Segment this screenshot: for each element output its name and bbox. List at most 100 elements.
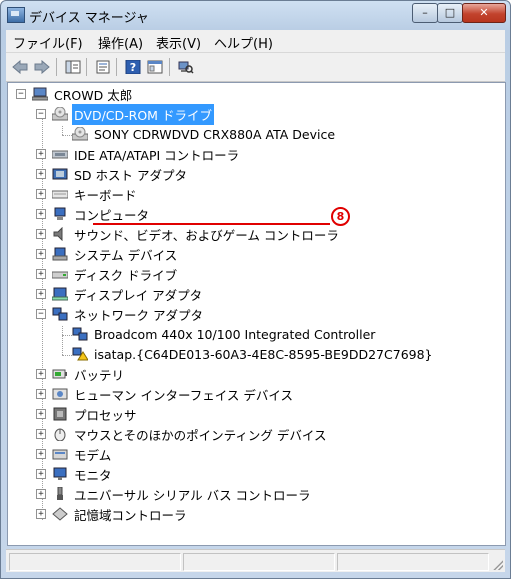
maximize-button[interactable]: □ [437, 3, 463, 23]
tree-node-system-device[interactable]: + システム デバイス [36, 245, 179, 263]
expand-toggle[interactable]: + [36, 369, 46, 379]
menu-view[interactable]: 表示(V) [156, 33, 201, 52]
tree-device-item[interactable]: isatap.{C64DE013-60A3-4E8C-8595-BE9DD27C… [72, 345, 435, 363]
device-manager-window: デバイス マネージャ – □ ✕ ファイル(F) 操作(A) 表示(V) ヘルプ… [0, 0, 511, 579]
processor-icon [52, 407, 68, 421]
expand-toggle[interactable]: + [36, 149, 46, 159]
tree-guide-line [62, 326, 63, 355]
node-label: CROWD 太郎 [54, 87, 133, 103]
tree-node-monitor[interactable]: + モニタ [36, 465, 114, 483]
node-label: コンピュータ [74, 207, 150, 223]
tree-node-storage-controller[interactable]: + 記憶域コントローラ [36, 505, 189, 523]
tree-node-hid[interactable]: + ヒューマン インターフェイス デバイス [36, 385, 295, 403]
node-label: キーボード [74, 187, 137, 203]
forward-arrow-icon[interactable] [33, 58, 51, 76]
battery-icon [52, 367, 68, 381]
menu-help[interactable]: ヘルプ(H) [214, 33, 273, 52]
tree-device-item[interactable]: SONY CDRWDVD CRX880A ATA Device [71, 125, 337, 143]
tree-node-ide-controller[interactable]: + IDE ATA/ATAPI コントローラ [36, 145, 241, 163]
status-bar [6, 549, 505, 572]
expand-toggle[interactable]: + [36, 449, 46, 459]
tree-node-battery[interactable]: + バッテリ [36, 365, 126, 383]
tree-node-usb[interactable]: + ユニバーサル シリアル バス コントローラ [36, 485, 313, 503]
modem-icon [52, 447, 68, 461]
expand-toggle[interactable]: + [36, 169, 46, 179]
tree-node-disk-drive[interactable]: + ディスク ドライブ [36, 265, 179, 283]
expand-toggle[interactable]: + [36, 389, 46, 399]
expand-toggle[interactable]: + [36, 429, 46, 439]
collapse-toggle[interactable]: − [16, 89, 26, 99]
expand-toggle[interactable]: + [36, 229, 46, 239]
node-label: SD ホスト アダプタ [74, 167, 188, 183]
minimize-button[interactable]: – [412, 3, 438, 23]
collapse-toggle[interactable]: − [36, 109, 46, 119]
tree-guide-line [62, 135, 72, 136]
node-label: DVD/CD-ROM ドライブ [72, 103, 214, 125]
dvd-drive-icon [51, 106, 69, 121]
annotation-marker: 8 [331, 207, 350, 226]
network-adapter-icon [52, 307, 68, 321]
keyboard-icon [51, 187, 69, 201]
expand-toggle[interactable]: + [36, 469, 46, 479]
node-label: プロセッサ [74, 407, 137, 423]
tree-guide-line [62, 335, 72, 336]
system-device-icon [52, 247, 68, 261]
computer-root-icon [31, 87, 49, 101]
tree-node-dvd-drive[interactable]: − DVD/CD-ROM ドライブ [36, 103, 214, 125]
node-label: モデム [74, 447, 112, 463]
expand-toggle[interactable]: + [36, 509, 46, 519]
tree-node-network-adapter[interactable]: − ネットワーク アダプタ [36, 305, 205, 323]
resize-grip[interactable] [491, 558, 503, 570]
properties-icon[interactable] [94, 58, 112, 76]
show-hide-tree-icon[interactable] [64, 58, 82, 76]
node-label: isatap.{C64DE013-60A3-4E8C-8595-BE9DD27C… [94, 346, 433, 362]
close-button[interactable]: ✕ [462, 3, 506, 23]
expand-toggle[interactable]: + [36, 269, 46, 279]
expand-toggle[interactable]: + [36, 409, 46, 419]
tree-node-mouse[interactable]: + マウスとそのほかのポインティング デバイス [36, 425, 328, 443]
back-arrow-icon[interactable] [11, 58, 29, 76]
node-label: システム デバイス [74, 247, 178, 263]
node-label: 記憶域コントローラ [74, 507, 187, 523]
disk-drive-icon [51, 267, 69, 281]
node-label: Broadcom 440x 10/100 Integrated Controll… [94, 326, 376, 342]
expand-toggle[interactable]: + [36, 189, 46, 199]
computer-icon [52, 207, 68, 221]
status-pane [9, 553, 181, 571]
tree-node-modem[interactable]: + モデム [36, 445, 113, 463]
tree-node-speaker[interactable]: + サウンド、ビデオ、およびゲーム コントローラ [36, 225, 341, 243]
dvd-drive-icon [71, 126, 89, 141]
mouse-icon [52, 427, 68, 442]
title-bar[interactable]: デバイス マネージャ – □ ✕ [1, 1, 510, 29]
tree-node-processor[interactable]: + プロセッサ [36, 405, 139, 423]
status-pane [183, 553, 335, 571]
view-icon[interactable] [146, 58, 164, 76]
expand-toggle[interactable]: + [36, 489, 46, 499]
tree-root-computer[interactable]: − CROWD 太郎 [16, 85, 134, 103]
scan-hardware-icon[interactable] [177, 58, 195, 76]
expand-toggle[interactable]: + [36, 289, 46, 299]
status-pane [337, 553, 489, 571]
menu-file[interactable]: ファイル(F) [13, 33, 83, 52]
tree-node-display-adapter[interactable]: + ディスプレイ アダプタ [36, 285, 204, 303]
tree-node-keyboard[interactable]: + キーボード [36, 185, 139, 203]
help-icon[interactable]: ? [124, 58, 142, 76]
hid-icon [52, 387, 68, 401]
node-label: IDE ATA/ATAPI コントローラ [74, 147, 240, 163]
expand-toggle[interactable]: + [36, 249, 46, 259]
node-label: ネットワーク アダプタ [74, 307, 203, 323]
toolbar-separator [56, 58, 57, 76]
device-tree[interactable]: − CROWD 太郎 − DVD/CD-ROM ドライブ SONY CDRWDVD CR… [7, 82, 506, 546]
menu-action[interactable]: 操作(A) [98, 33, 143, 52]
toolbar-separator [86, 58, 87, 76]
sd-host-icon [52, 167, 68, 181]
node-label: ユニバーサル シリアル バス コントローラ [74, 487, 311, 503]
toolbar-separator [116, 58, 117, 76]
tree-device-item[interactable]: Broadcom 440x 10/100 Integrated Controll… [72, 325, 377, 343]
tree-node-sd-host[interactable]: + SD ホスト アダプタ [36, 165, 189, 183]
collapse-toggle[interactable]: − [36, 309, 46, 319]
node-label: サウンド、ビデオ、およびゲーム コントローラ [74, 227, 339, 243]
svg-text:?: ? [130, 61, 136, 74]
expand-toggle[interactable]: + [36, 209, 46, 219]
tree-node-computer[interactable]: + コンピュータ [36, 205, 151, 223]
